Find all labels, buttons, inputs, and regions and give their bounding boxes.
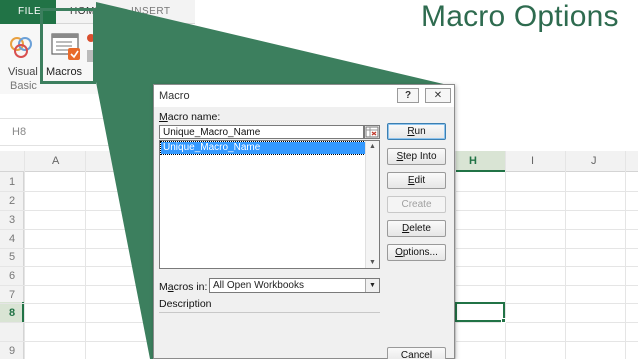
- scroll-up-icon[interactable]: ▲: [369, 143, 376, 150]
- row-header-2[interactable]: 2: [0, 195, 24, 207]
- grid-line: [455, 151, 456, 359]
- tab-insert[interactable]: INSERT: [131, 0, 171, 24]
- ribbon-tab-bar: FILE HOME INSERT: [0, 0, 195, 24]
- help-button[interactable]: ?: [397, 88, 419, 103]
- row-header-8[interactable]: 8: [0, 307, 24, 319]
- visual-basic-label[interactable]: Visual: [8, 66, 38, 78]
- fill-handle[interactable]: [501, 318, 506, 323]
- grid-line: [505, 151, 506, 359]
- description-label: Description: [159, 298, 212, 310]
- macros-in-value: All Open Workbooks: [213, 280, 304, 291]
- column-header-i[interactable]: I: [531, 155, 534, 167]
- column-header-h[interactable]: H: [469, 155, 477, 167]
- macro-name-label: Macro name:: [159, 111, 221, 123]
- selected-column-highlight: [455, 151, 505, 172]
- macro-list[interactable]: Unique_Macro_Name ▲ ▼: [159, 140, 380, 269]
- grid-line: [625, 151, 626, 359]
- dialog-title: Macro: [159, 90, 190, 102]
- row-header-4[interactable]: 4: [0, 233, 24, 245]
- grid-line: [85, 151, 86, 359]
- dialog-titlebar[interactable]: Macro ? ✕: [154, 85, 454, 107]
- delete-button[interactable]: Delete: [387, 220, 446, 237]
- row-header-7[interactable]: 7: [0, 289, 24, 301]
- row-header-3[interactable]: 3: [0, 214, 24, 226]
- step-into-button[interactable]: Step Into: [387, 148, 446, 165]
- column-header-j[interactable]: J: [591, 155, 597, 167]
- create-button: Create: [387, 196, 446, 213]
- edit-button[interactable]: Edit: [387, 172, 446, 189]
- page-title: Macro Options: [421, 0, 619, 33]
- macros-in-select[interactable]: All Open Workbooks ▼: [209, 278, 380, 293]
- column-header-a[interactable]: A: [52, 155, 59, 167]
- macro-dialog: Macro ? ✕ Macro name: Unique_Macro_Name …: [153, 84, 455, 359]
- description-divider: [159, 312, 380, 313]
- chevron-down-icon[interactable]: ▼: [365, 279, 379, 292]
- run-button[interactable]: Run: [387, 123, 446, 140]
- row-header-6[interactable]: 6: [0, 270, 24, 282]
- row-header-9[interactable]: 9: [0, 345, 24, 357]
- scroll-down-icon[interactable]: ▼: [369, 259, 376, 266]
- macro-name-input[interactable]: [159, 125, 364, 139]
- list-scrollbar[interactable]: ▲ ▼: [365, 141, 379, 268]
- close-button[interactable]: ✕: [425, 88, 451, 103]
- cancel-button[interactable]: Cancel: [387, 347, 446, 359]
- range-select-icon[interactable]: [364, 125, 380, 139]
- visual-basic-icon[interactable]: [8, 34, 34, 60]
- grid-line: [24, 151, 25, 359]
- selected-cell-h8[interactable]: [455, 302, 505, 322]
- macros-button-highlight: [40, 8, 96, 84]
- grid-line: [565, 151, 566, 359]
- macro-list-item[interactable]: Unique_Macro_Name: [160, 141, 366, 155]
- name-box[interactable]: H8: [0, 118, 150, 146]
- visual-basic-label-2: Basic: [10, 80, 37, 92]
- options-button[interactable]: Options...: [387, 244, 446, 261]
- row-header-5[interactable]: 5: [0, 251, 24, 263]
- name-box-value: H8: [12, 126, 27, 138]
- row-header-1[interactable]: 1: [0, 176, 24, 188]
- macros-in-label: Macros in:: [159, 281, 208, 293]
